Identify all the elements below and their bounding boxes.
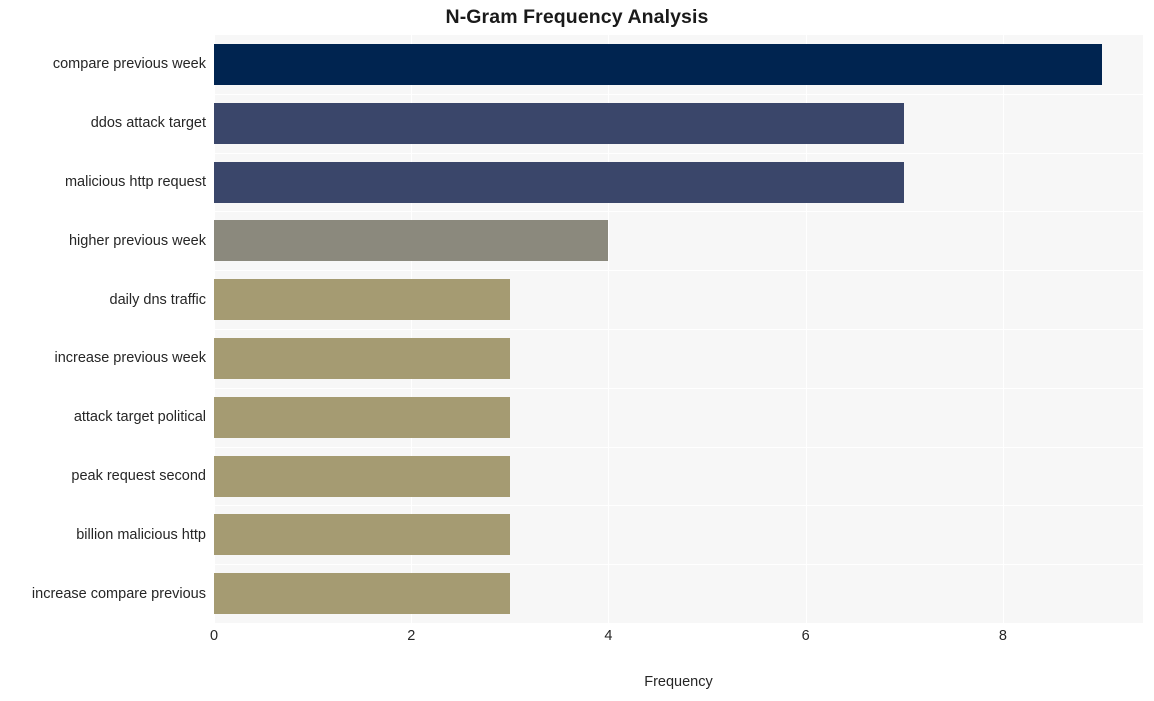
x-axis-tick-label: 0	[209, 628, 219, 644]
chart-title: N-Gram Frequency Analysis	[445, 6, 709, 28]
y-axis-tick-label: billion malicious http	[76, 526, 206, 543]
y-axis-tick-label: compare previous week	[52, 56, 206, 73]
plot-area	[214, 35, 1143, 623]
x-axis-tick-labels: 0 2 4 6 8	[0, 628, 1154, 652]
bar[interactable]	[214, 337, 510, 379]
bar[interactable]	[214, 573, 510, 615]
bar[interactable]	[214, 102, 905, 144]
bar[interactable]	[214, 161, 905, 203]
bar[interactable]	[214, 455, 510, 497]
x-axis-tick-label: 8	[998, 628, 1007, 644]
y-axis-tick-label: peak request second	[71, 468, 206, 484]
y-axis-tick-label: malicious http request	[64, 174, 206, 190]
bar[interactable]	[214, 279, 510, 321]
y-axis-tick-label: increase previous week	[54, 350, 206, 367]
y-axis-tick-label: higher previous week	[68, 232, 206, 249]
bar[interactable]	[214, 220, 609, 262]
y-axis-tick-labels: compare previous week ddos attack target m…	[0, 35, 206, 623]
chart-figure: N-Gram Frequency Analysis compare previo…	[0, 0, 1154, 701]
gridline-vertical	[1002, 35, 1004, 623]
x-axis-title: Frequency	[644, 674, 713, 690]
x-axis-tick-label: 6	[801, 628, 810, 644]
y-axis-tick-label: increase compare previous	[31, 585, 206, 602]
x-axis-tick-label: 4	[604, 628, 613, 644]
y-axis-tick-label: ddos attack target	[90, 115, 206, 132]
bar[interactable]	[214, 514, 510, 556]
y-axis-tick-label: daily dns traffic	[109, 291, 206, 308]
y-axis-tick-label: attack target political	[73, 409, 206, 426]
bar[interactable]	[214, 43, 1102, 85]
bar[interactable]	[214, 396, 510, 438]
x-axis-tick-label: 2	[407, 628, 416, 644]
